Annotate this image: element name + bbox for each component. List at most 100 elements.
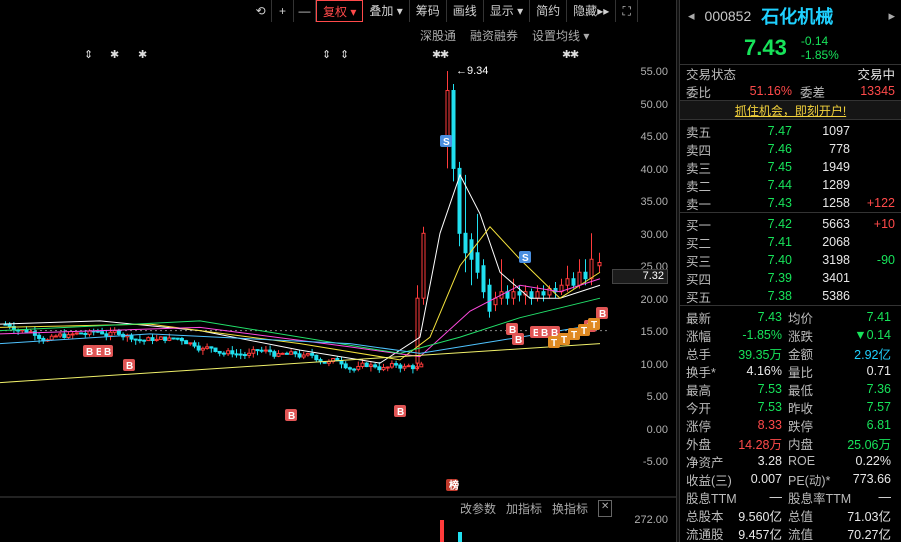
candle-body (58, 333, 63, 337)
volume-bar (458, 532, 462, 542)
quote-row: 总股本 9.560亿 总值 71.03亿 (680, 506, 901, 524)
peak-price-label: ←9.34 (456, 65, 488, 77)
t-marker-text: T (571, 330, 577, 341)
forward-icon[interactable]: ▸ (888, 8, 895, 24)
candle-body (95, 330, 100, 333)
buy-marker-text: B (86, 347, 93, 358)
margin-trading-link[interactable]: 融资融券 (470, 27, 518, 44)
quote-value: 8.33 (757, 418, 782, 432)
candle-body (343, 363, 348, 369)
candle-body (272, 351, 277, 357)
t-marker-text: T (551, 338, 557, 349)
chip-button[interactable]: 筹码 (410, 0, 447, 22)
candle-body (226, 350, 231, 355)
candle-body (589, 258, 594, 280)
quote-label: 最低 (788, 383, 814, 398)
candle-body (209, 346, 214, 349)
price-change-pct: -1.85% (800, 48, 839, 62)
zoom-in-button[interactable]: + (272, 0, 294, 22)
bid-row[interactable]: 买五 7.38 5386 (680, 287, 901, 305)
trade-status-label: 交易状态 (686, 68, 737, 82)
volume-bar (440, 520, 444, 542)
chart-toolbar: ⟲ + — 复权 ▾ 叠加 ▾ 筹码 画线 显示 ▾ 简约 隐藏▸▸ ⛶ (250, 0, 639, 22)
change-params-button[interactable]: 改参数 (460, 500, 496, 517)
weicha-value: 13345 (860, 84, 895, 98)
ask-row[interactable]: 卖四 7.46 778 (680, 140, 901, 158)
back-icon[interactable]: ◂ (688, 8, 695, 24)
candle-body (535, 291, 540, 299)
candle-body (234, 353, 239, 356)
candle-body (394, 363, 399, 366)
zoom-out-button[interactable]: — (294, 0, 316, 22)
candle-body (511, 291, 516, 299)
quote-value: -1.85% (742, 328, 782, 342)
bid-price: 7.40 (767, 253, 792, 267)
candle-body (133, 338, 138, 341)
bid-row[interactable]: 买二 7.41 2068 (680, 233, 901, 251)
display-button[interactable]: 显示 ▾ (484, 0, 531, 22)
ask-volume: 1097 (822, 124, 850, 138)
simple-button[interactable]: 简约 (530, 0, 568, 22)
event-marker: ⇕ (322, 49, 331, 61)
event-marker: ✱ (440, 49, 449, 61)
quote-value: 0.007 (750, 472, 782, 486)
switch-indicator-button[interactable]: 换指标 (552, 500, 588, 517)
overlay-button[interactable]: 叠加 ▾ (363, 0, 410, 22)
candle-body (571, 278, 576, 286)
quote-label: 昨收 (788, 401, 814, 416)
quote-label: 最高 (686, 383, 712, 398)
quote-row: 最新 7.43 均价 7.41 (680, 308, 901, 326)
bid-label: 买五 (686, 290, 712, 305)
candle-body (129, 334, 134, 340)
kline-chart-area[interactable]: ←9.34BBBBBBBBBBBBBSSTTTTT榜⇕✱✱⇕⇕✱✱✱✱ ⟲ + … (0, 0, 676, 542)
price-tick-label: 10.00 (640, 358, 668, 371)
candle-body (597, 262, 602, 267)
candle-body (493, 297, 498, 306)
quote-label: 最新 (686, 311, 712, 326)
candle-body (377, 366, 382, 371)
quote-label: 今开 (686, 401, 712, 416)
ask-row[interactable]: 卖三 7.45 1949 (680, 158, 901, 176)
trade-status-value: 交易中 (857, 68, 895, 82)
add-indicator-button[interactable]: 加指标 (506, 500, 542, 517)
weicha-label: 委差 (800, 85, 826, 100)
candle-body (451, 90, 456, 169)
bid-row[interactable]: 买一 7.42 5663 +10 (680, 215, 901, 233)
candle-body (137, 339, 142, 342)
shengutong-link[interactable]: 深股通 (420, 27, 456, 44)
ask-row[interactable]: 卖一 7.43 1258 +122 (680, 194, 901, 212)
draw-line-button[interactable]: 画线 (447, 0, 484, 22)
quote-value: 9.560亿 (738, 509, 782, 524)
quote-label: 内盘 (788, 437, 814, 452)
close-icon[interactable]: ✕ (598, 500, 613, 517)
bid-label: 买二 (686, 236, 712, 251)
candle-body (79, 332, 84, 335)
quote-row: 涨幅 -1.85% 涨跌 ▼0.14 (680, 326, 901, 344)
candle-body (289, 351, 294, 355)
ask-row[interactable]: 卖五 7.47 1097 (680, 122, 901, 140)
ask-label: 卖一 (686, 197, 712, 212)
candle-body (146, 337, 151, 342)
ask-row[interactable]: 卖二 7.44 1289 (680, 176, 901, 194)
refresh-icon[interactable]: ⟲ (250, 0, 272, 22)
quote-value: 773.66 (852, 472, 891, 486)
quote-label: 外盘 (686, 437, 712, 452)
candle-body (112, 330, 117, 333)
hide-button[interactable]: 隐藏▸▸ (567, 0, 617, 22)
price-tick-label: 0.00 (646, 423, 668, 436)
candle-body (577, 271, 582, 286)
candle-body (529, 291, 534, 299)
ask-price: 7.46 (767, 142, 792, 156)
ask-change: +122 (866, 196, 895, 210)
open-account-ad[interactable]: 抓住机会，即刻开户! (680, 100, 901, 120)
candle-body (541, 291, 546, 296)
bid-row[interactable]: 买三 7.40 3198 -90 (680, 251, 901, 269)
stock-name[interactable]: 石化机械 (761, 3, 833, 29)
moving-average-line (0, 278, 601, 358)
set-ma-link[interactable]: 设置均线 ▾ (532, 27, 589, 44)
fuquan-button[interactable]: 复权 ▾ (316, 0, 364, 22)
quote-row: 涨停 8.33 跌停 6.81 (680, 416, 901, 434)
kline-chart[interactable]: ←9.34BBBBBBBBBBBBBSSTTTTT榜⇕✱✱⇕⇕✱✱✱✱ (0, 0, 676, 542)
fullscreen-icon[interactable]: ⛶ (616, 0, 639, 22)
bid-row[interactable]: 买四 7.39 3401 (680, 269, 901, 287)
